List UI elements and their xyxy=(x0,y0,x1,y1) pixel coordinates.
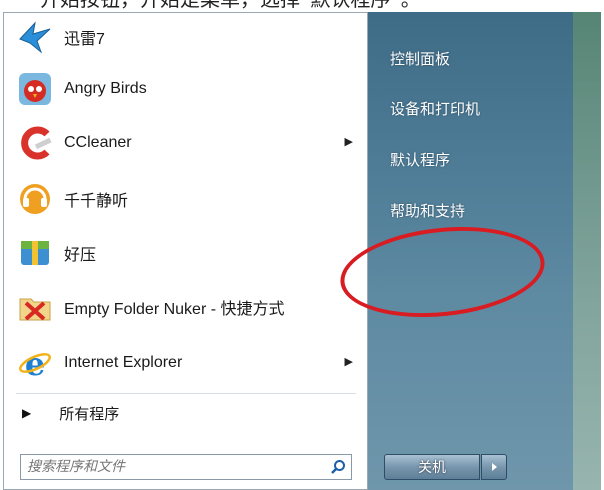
control-panel-link[interactable]: 控制面板 xyxy=(390,48,450,69)
program-label: Internet Explorer xyxy=(64,354,183,371)
program-item-thunder[interactable]: 迅雷7 xyxy=(16,15,361,59)
haozip-icon xyxy=(16,234,54,272)
default-programs-link[interactable]: 默认程序 xyxy=(390,149,450,170)
program-item-empty-folder-nuker[interactable]: Empty Folder Nuker - 快捷方式 xyxy=(16,285,361,329)
ccleaner-icon xyxy=(16,124,54,162)
program-label: 好压 xyxy=(64,247,97,264)
programs-panel: 迅雷7 Angry Birds CCleaner ▶ 千千静听 好压 Empty… xyxy=(3,12,368,490)
search-input[interactable] xyxy=(21,458,325,476)
all-programs-item[interactable]: ▶ 所有程序 xyxy=(22,401,119,425)
search-icon[interactable] xyxy=(325,455,351,479)
program-label: Angry Birds xyxy=(64,80,147,97)
divider xyxy=(16,393,356,394)
shutdown-button[interactable]: 关机 xyxy=(384,454,480,480)
devices-printers-link[interactable]: 设备和打印机 xyxy=(390,98,480,119)
angry-birds-icon xyxy=(16,70,54,108)
submenu-arrow-icon: ▶ xyxy=(344,135,353,148)
search-box[interactable] xyxy=(20,454,352,480)
ttplayer-icon xyxy=(16,180,54,218)
caption-text: 开始按钮，开始是菜单，选择“默认程序”。 xyxy=(40,0,580,12)
start-menu: 迅雷7 Angry Birds CCleaner ▶ 千千静听 好压 Empty… xyxy=(3,12,601,490)
program-item-ccleaner[interactable]: CCleaner ▶ xyxy=(16,121,361,165)
triangle-right-icon: ▶ xyxy=(22,406,32,420)
internet-explorer-icon: e xyxy=(16,344,54,382)
program-item-haozip[interactable]: 好压 xyxy=(16,231,361,275)
submenu-arrow-icon: ▶ xyxy=(344,355,353,368)
thunder-bird-icon xyxy=(16,18,54,56)
program-label: 千千静听 xyxy=(64,193,129,210)
program-label: CCleaner xyxy=(64,134,132,151)
svg-text:e: e xyxy=(25,345,45,381)
program-item-angry-birds[interactable]: Angry Birds xyxy=(16,67,361,111)
help-support-link[interactable]: 帮助和支持 xyxy=(390,200,465,221)
empty-folder-nuker-icon xyxy=(16,288,54,326)
program-item-internet-explorer[interactable]: e Internet Explorer ▶ xyxy=(16,341,361,385)
chevron-right-icon xyxy=(492,463,497,471)
program-label: Empty Folder Nuker - 快捷方式 xyxy=(64,301,285,318)
shutdown-options-button[interactable] xyxy=(481,454,507,480)
program-label: 迅雷7 xyxy=(64,31,105,48)
all-programs-label: 所有程序 xyxy=(59,404,120,423)
program-item-ttplayer[interactable]: 千千静听 xyxy=(16,177,361,221)
